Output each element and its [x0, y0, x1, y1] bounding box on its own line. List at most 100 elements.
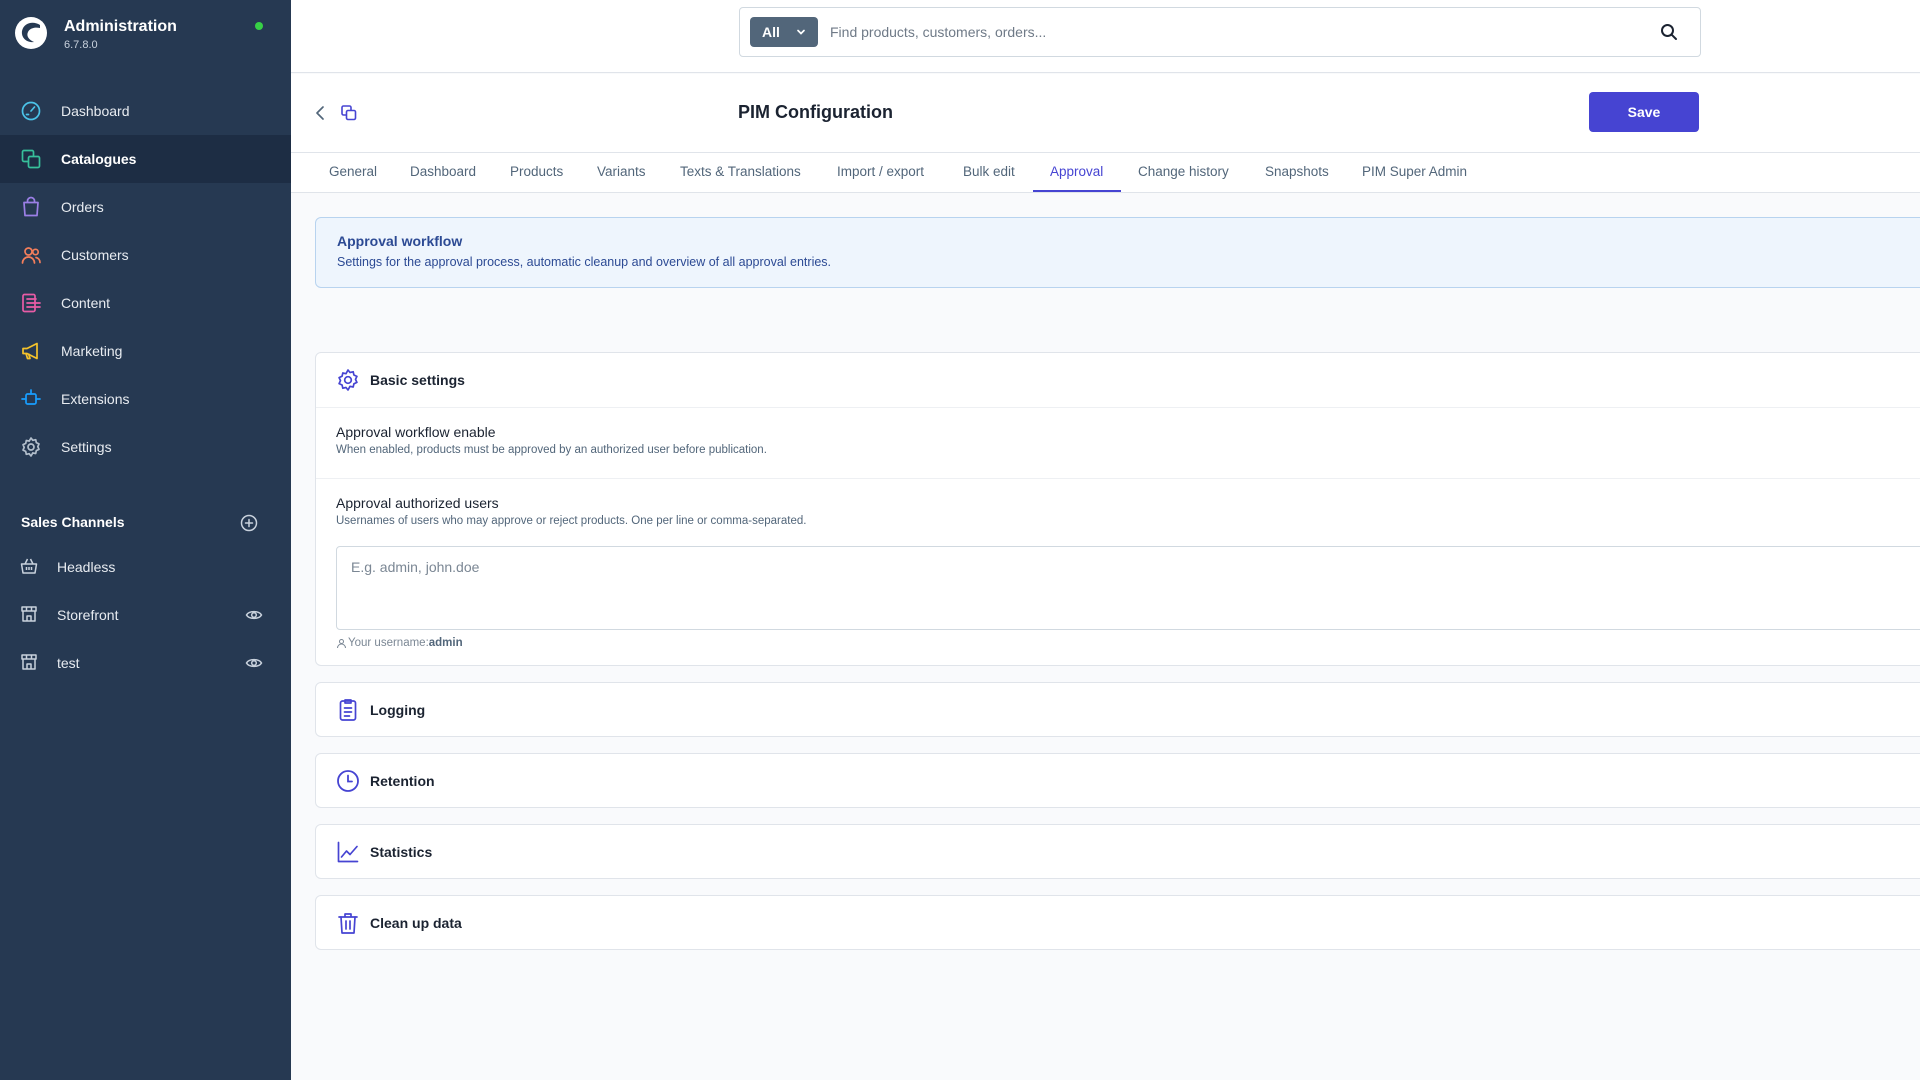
eye-icon[interactable] [245, 654, 263, 672]
basic-settings-card: Basic settings Approval workflow enable … [315, 352, 1920, 666]
sidebar-item-orders[interactable]: Orders [0, 183, 291, 231]
duplicate-icon[interactable] [339, 103, 359, 123]
basic-settings-body: Approval workflow enable When enabled, p… [316, 407, 1920, 667]
card-title: Basic settings [370, 372, 465, 388]
extensions-icon [20, 388, 42, 410]
sidebar-item-content[interactable]: Content [0, 279, 291, 327]
settings-icon [20, 436, 42, 458]
trash-icon [336, 911, 360, 935]
tab-dashboard[interactable]: Dashboard [410, 164, 476, 179]
chevron-down-icon [794, 25, 808, 39]
tab-bulk-edit[interactable]: Bulk edit [963, 164, 1015, 179]
search-scope-dropdown[interactable]: All [750, 17, 818, 47]
sidebar: Administration 6.7.8.0 Dashboard Catalog… [0, 0, 291, 1080]
cleanup-header[interactable]: Clean up data [316, 896, 1920, 950]
sales-channel-storefront[interactable]: Storefront [0, 591, 291, 639]
logging-card[interactable]: Logging [315, 682, 1920, 737]
back-arrow-icon[interactable] [311, 103, 331, 123]
app-title: Administration [64, 18, 177, 35]
brand-area: Administration 6.7.8.0 [0, 0, 291, 70]
document-icon [336, 698, 360, 722]
sidebar-item-label: Content [61, 295, 111, 311]
divider [316, 478, 1920, 479]
basic-settings-header[interactable]: Basic settings [316, 353, 1920, 407]
storefront-icon [20, 653, 38, 671]
eye-icon[interactable] [245, 606, 263, 624]
cleanup-card[interactable]: Clean up data [315, 895, 1920, 950]
sidebar-item-catalogues[interactable]: Catalogues [0, 135, 291, 183]
sidebar-item-label: Extensions [61, 391, 130, 407]
info-banner-text: Settings for the approval process, autom… [337, 255, 832, 269]
tab-import-export[interactable]: Import / export [837, 164, 924, 179]
app-version: 6.7.8.0 [64, 39, 98, 51]
statistics-header[interactable]: Statistics [316, 825, 1920, 879]
catalogues-icon [20, 148, 42, 170]
online-status-indicator [255, 22, 263, 30]
page-title: PIM Configuration [738, 102, 893, 122]
card-title: Clean up data [370, 915, 462, 931]
sales-channel-label: test [57, 655, 80, 671]
sidebar-item-label: Customers [61, 247, 129, 263]
sidebar-item-label: Orders [61, 199, 104, 215]
sales-channel-label: Headless [57, 559, 116, 575]
tab-general[interactable]: General [329, 164, 377, 179]
dashboard-icon [20, 100, 42, 122]
sidebar-item-label: Settings [61, 439, 112, 455]
info-banner-title: Approval workflow [337, 233, 463, 249]
user-icon [336, 638, 347, 649]
tab-snapshots[interactable]: Snapshots [1265, 164, 1329, 179]
approval-workflow-enable-field[interactable]: Approval workflow enable When enabled, p… [336, 424, 767, 456]
sidebar-item-extensions[interactable]: Extensions [0, 375, 291, 423]
retention-header[interactable]: Retention [316, 754, 1920, 808]
sales-channel-label: Storefront [57, 607, 119, 623]
tab-bar: General Dashboard Products Variants Text… [291, 153, 1920, 193]
sales-channel-headless[interactable]: Headless [0, 543, 291, 591]
field-label: Approval workflow enable [336, 424, 496, 440]
field-label: Approval authorized users [336, 495, 499, 511]
tab-products[interactable]: Products [510, 164, 563, 179]
sidebar-item-marketing[interactable]: Marketing [0, 327, 291, 375]
username-hint-prefix: Your username: [348, 637, 429, 649]
current-username: admin [428, 637, 463, 649]
card-title: Statistics [370, 844, 433, 860]
retention-card[interactable]: Retention [315, 753, 1920, 808]
sales-channel-list: Headless Storefront test [0, 543, 291, 687]
main-content: Approval workflow Settings for the appro… [291, 194, 1920, 1080]
active-tab-indicator [1033, 190, 1121, 192]
shopware-logo-icon[interactable] [14, 16, 48, 50]
page-header: PIM Configuration Save [291, 74, 1920, 153]
orders-icon [20, 196, 42, 218]
field-help: Usernames of users who may approve or re… [336, 515, 807, 527]
info-banner: Approval workflow Settings for the appro… [315, 217, 1920, 288]
username-hint: Your username: admin [336, 637, 463, 649]
tab-pim-super-admin[interactable]: PIM Super Admin [1362, 164, 1467, 179]
search-scope-label: All [762, 24, 780, 40]
tab-texts-translations[interactable]: Texts & Translations [680, 164, 801, 179]
basket-icon [20, 557, 38, 575]
sidebar-item-label: Catalogues [61, 151, 137, 167]
global-search: All [739, 7, 1701, 57]
tab-variants[interactable]: Variants [597, 164, 646, 179]
sidebar-item-customers[interactable]: Customers [0, 231, 291, 279]
storefront-icon [20, 605, 38, 623]
sales-channel-test[interactable]: test [0, 639, 291, 687]
save-button[interactable]: Save [1589, 92, 1699, 132]
content-icon [20, 292, 42, 314]
search-input[interactable] [830, 20, 1630, 44]
tab-change-history[interactable]: Change history [1138, 164, 1229, 179]
card-title: Retention [370, 773, 435, 789]
main-navigation: Dashboard Catalogues Orders Customers Co… [0, 87, 291, 471]
card-title: Logging [370, 702, 426, 718]
logging-header[interactable]: Logging [316, 683, 1920, 737]
sidebar-item-dashboard[interactable]: Dashboard [0, 87, 291, 135]
sidebar-item-label: Marketing [61, 343, 123, 359]
sales-channels-header: Sales Channels [21, 514, 125, 530]
statistics-card[interactable]: Statistics [315, 824, 1920, 879]
tab-approval[interactable]: Approval [1050, 164, 1103, 179]
add-sales-channel-icon[interactable] [240, 514, 258, 532]
approval-authorized-users-field: Approval authorized users Usernames of u… [336, 495, 806, 527]
search-icon[interactable] [1659, 22, 1679, 42]
authorized-users-textarea[interactable] [336, 546, 1920, 630]
marketing-icon [20, 340, 42, 362]
sidebar-item-settings[interactable]: Settings [0, 423, 291, 471]
